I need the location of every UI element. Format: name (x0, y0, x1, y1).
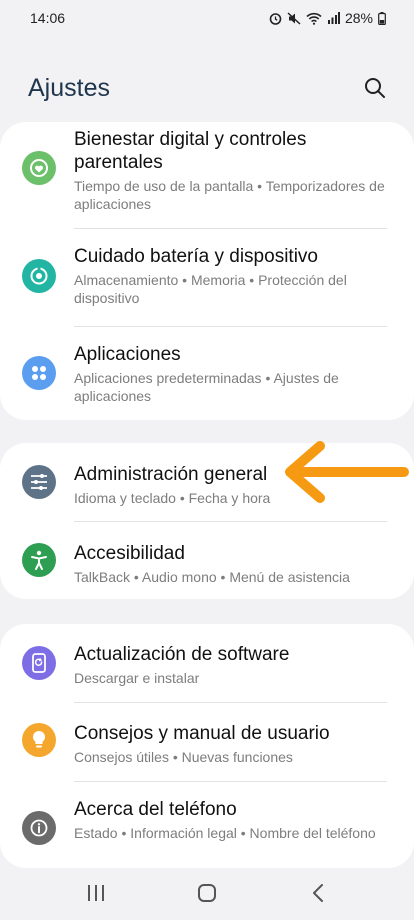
mute-icon (287, 11, 301, 25)
navigation-bar (0, 866, 414, 920)
settings-group-3: Actualización de software Descargar e in… (0, 624, 414, 868)
info-icon (22, 811, 56, 845)
search-button[interactable] (360, 73, 390, 103)
setting-title: Aplicaciones (74, 344, 181, 365)
setting-title: Actualización de software (74, 644, 290, 665)
recent-apps-button[interactable] (66, 873, 126, 913)
device-care-icon (22, 259, 56, 293)
setting-subtitle: Almacenamiento • Memoria • Protección de… (74, 272, 347, 306)
page-title: Ajustes (28, 73, 110, 102)
status-icons: 28% (269, 10, 386, 26)
accessibility-icon (22, 543, 56, 577)
setting-item-digital-wellbeing[interactable]: Bienestar digital y controles parentales… (0, 122, 414, 228)
sliders-icon (22, 465, 56, 499)
home-icon (197, 884, 216, 902)
digital-wellbeing-icon (22, 151, 56, 185)
setting-item-about-phone[interactable]: Acerca del teléfono Estado • Información… (0, 782, 414, 868)
setting-item-software-update[interactable]: Actualización de software Descargar e in… (0, 624, 414, 702)
back-icon (313, 884, 324, 902)
arrow-annotation-icon (285, 441, 409, 503)
alarm-icon (269, 12, 282, 25)
setting-item-tips[interactable]: Consejos y manual de usuario Consejos út… (0, 703, 414, 781)
setting-subtitle: TalkBack • Audio mono • Menú de asistenc… (74, 569, 350, 585)
status-bar: 14:06 28% (0, 0, 414, 36)
wifi-icon (306, 12, 322, 25)
setting-title: Accesibilidad (74, 543, 185, 564)
setting-title: Acerca del teléfono (74, 799, 237, 820)
apps-icon (22, 356, 56, 390)
setting-subtitle: Aplicaciones predeterminadas • Ajustes d… (74, 370, 339, 404)
setting-subtitle: Consejos útiles • Nuevas funciones (74, 749, 293, 765)
setting-item-accessibility[interactable]: Accesibilidad TalkBack • Audio mono • Me… (0, 522, 414, 599)
home-button[interactable] (177, 873, 237, 913)
battery-percent: 28% (344, 10, 373, 26)
setting-title: Cuidado batería y dispositivo (74, 246, 318, 267)
battery-icon (378, 11, 386, 25)
back-button[interactable] (288, 873, 348, 913)
setting-title: Bienestar digital y controles parentales (74, 129, 307, 173)
recent-apps-icon (87, 885, 104, 901)
signal-icon (327, 12, 340, 24)
setting-subtitle: Tiempo de uso de la pantalla • Temporiza… (74, 178, 385, 212)
setting-subtitle: Estado • Información legal • Nombre del … (74, 825, 376, 841)
settings-group-1: Bienestar digital y controles parentales… (0, 122, 414, 420)
setting-item-device-care[interactable]: Cuidado batería y dispositivo Almacenami… (0, 229, 414, 325)
setting-item-apps[interactable]: Aplicaciones Aplicaciones predeterminada… (0, 327, 414, 420)
software-update-icon (22, 646, 56, 680)
status-time: 14:06 (30, 10, 66, 26)
setting-subtitle: Descargar e instalar (74, 670, 200, 686)
header: Ajustes (0, 64, 414, 112)
setting-title: Consejos y manual de usuario (74, 723, 330, 744)
search-icon (365, 78, 385, 98)
lightbulb-icon (22, 723, 56, 757)
